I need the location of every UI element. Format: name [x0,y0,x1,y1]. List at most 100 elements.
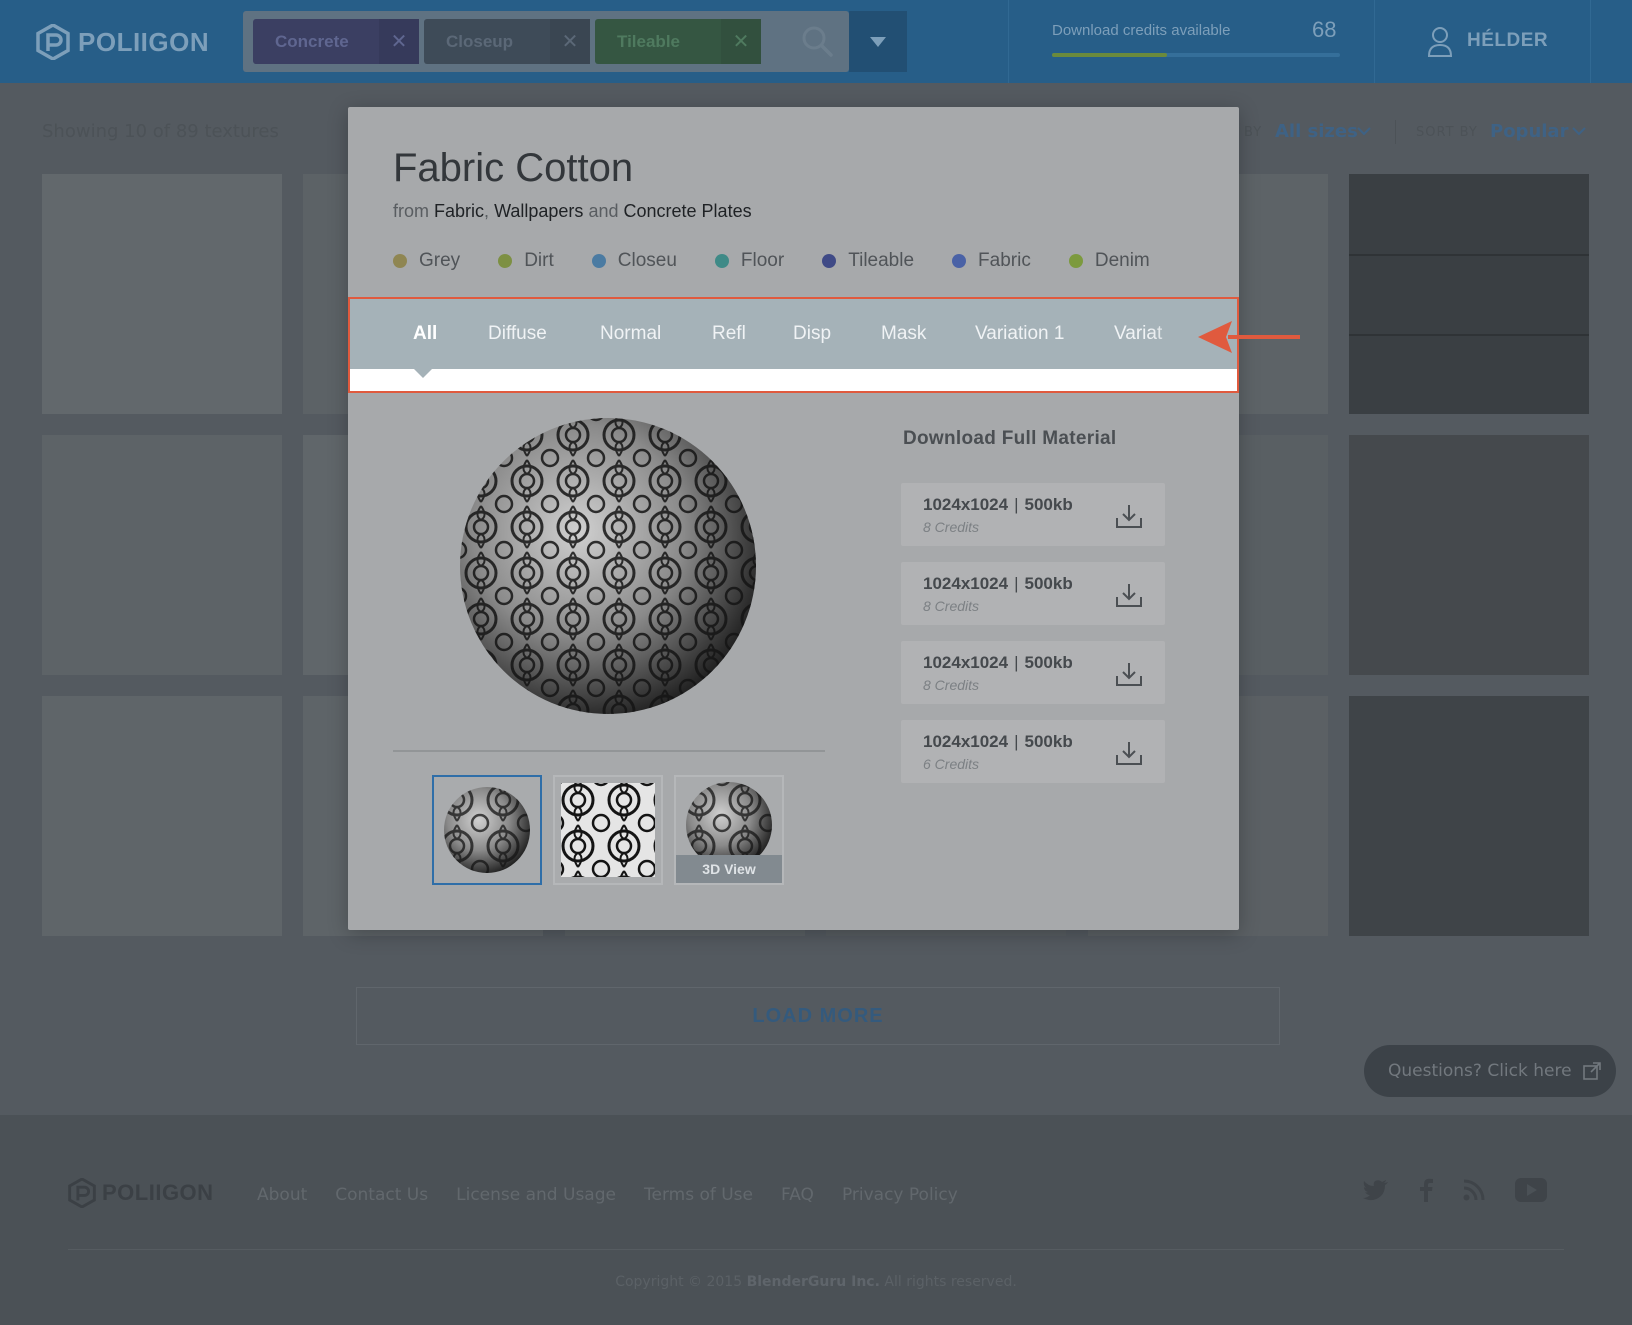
results-count: Showing 10 of 89 textures [42,121,279,142]
download-icon[interactable] [1115,740,1143,766]
user-menu[interactable]: HÉLDER [1427,25,1548,57]
rss-icon[interactable] [1463,1179,1485,1201]
file-size: 500kb [1024,574,1073,593]
tag-dot [498,254,513,268]
download-credits: 8 Credits [923,598,980,614]
copyright-prefix: Copyright © 2015 [615,1274,743,1290]
search-chip-concrete[interactable]: Concrete ✕ [253,19,419,64]
material-preview-sphere [460,418,756,714]
arrow-left-icon [1198,321,1300,353]
tag-label: Grey [419,250,461,271]
tag-label: Tileable [848,250,915,271]
texture-tile[interactable] [42,174,282,414]
footer-link-about[interactable]: About [257,1185,307,1205]
footer-link-terms[interactable]: Terms of Use [644,1185,753,1205]
header-divider [1590,0,1591,83]
download-resolution: 1024x1024 | 500kb [923,495,1073,515]
sort-label: SORT BY [1416,125,1478,140]
download-option[interactable]: 1024x1024 | 500kb 8 Credits [901,483,1165,546]
texture-tile[interactable] [42,696,282,936]
header-divider [1008,0,1009,83]
texture-tile[interactable] [1349,696,1589,936]
close-icon[interactable]: ✕ [721,19,761,64]
download-option[interactable]: 1024x1024 | 500kb 6 Credits [901,720,1165,783]
download-option[interactable]: 1024x1024 | 500kb 8 Credits [901,562,1165,625]
tag-dot [1068,254,1083,268]
tag-label: Floor [740,250,785,271]
separator: | [1014,574,1019,593]
sphere-thumbnail [444,787,530,873]
external-link-icon [1582,1062,1601,1080]
texture-tile[interactable] [1349,174,1589,414]
footer-logo-text: POLIIGON [102,1180,214,1205]
resolution-value: 1024x1024 [923,495,1009,514]
chip-label: Tileable [617,31,680,51]
youtube-icon[interactable] [1515,1178,1547,1202]
tag-denim[interactable]: Denim [1068,250,1150,272]
from-label: from [393,201,429,221]
user-name: HÉLDER [1467,30,1549,51]
footer-link-privacy[interactable]: Privacy Policy [842,1185,958,1205]
footer-logo[interactable]: POLIIGON [68,1178,214,1208]
resolution-value: 1024x1024 [923,574,1009,593]
tag-fabric[interactable]: Fabric [952,250,1031,272]
chevron-down-icon[interactable] [1357,126,1371,136]
close-icon[interactable]: ✕ [550,19,590,64]
load-more-button[interactable]: LOAD MORE [356,987,1280,1045]
tag-dot [393,254,407,268]
category-link-concrete-plates[interactable]: Concrete Plates [624,201,752,221]
close-icon[interactable]: ✕ [379,19,419,64]
size-filter-dropdown[interactable]: All sizes [1275,121,1358,142]
material-categories: from Fabric, Wallpapers and Concrete Pla… [393,201,752,222]
material-modal: Fabric Cotton from Fabric, Wallpapers an… [348,107,1239,930]
thumb-sphere[interactable] [432,775,542,885]
footer-link-faq[interactable]: FAQ [781,1185,814,1205]
facebook-icon[interactable] [1419,1178,1433,1202]
search-dropdown-button[interactable] [849,11,907,72]
file-size: 500kb [1024,653,1073,672]
download-icon[interactable] [1115,661,1143,687]
size-filter-label: BY [1244,125,1263,140]
search-box[interactable]: Concrete ✕ Closeup ✕ Tileable ✕ [243,11,849,72]
poliigon-logo[interactable]: POLIIGON [36,24,209,60]
thumb-3d-view[interactable]: 3D View [674,775,784,885]
chevron-down-icon [870,36,886,47]
chip-label: Concrete [275,31,349,51]
tag-dirt[interactable]: Dirt [498,250,554,272]
download-resolution: 1024x1024 | 500kb [923,574,1073,594]
separator: | [1014,653,1019,672]
search-chip-closeup[interactable]: Closeup ✕ [424,19,590,64]
copyright-company[interactable]: BlenderGuru Inc. [747,1274,880,1290]
search-chip-tileable[interactable]: Tileable ✕ [595,19,761,64]
credits-progress-fill [1052,53,1168,57]
texture-tile[interactable] [42,435,282,675]
and-label: and [588,201,619,221]
download-credits: 8 Credits [923,677,980,693]
category-link-wallpapers[interactable]: Wallpapers [494,201,583,221]
download-icon[interactable] [1115,503,1143,529]
questions-button[interactable]: Questions? Click here [1364,1045,1616,1097]
footer-link-license[interactable]: License and Usage [456,1185,616,1205]
thumb-texture[interactable] [553,775,663,885]
search-icon[interactable] [800,24,834,58]
category-link-fabric[interactable]: Fabric [434,201,484,221]
download-credits: 8 Credits [923,519,980,535]
credits-progress-bar [1052,53,1340,57]
download-option[interactable]: 1024x1024 | 500kb 8 Credits [901,641,1165,704]
tag-list: Grey Dirt Closeu Floor Tileable Fabric D… [393,250,1188,272]
texture-tile[interactable] [1349,435,1589,675]
questions-label: Questions? Click here [1388,1061,1572,1081]
tag-floor[interactable]: Floor [714,250,785,272]
tag-grey[interactable]: Grey [393,250,460,272]
sort-dropdown[interactable]: Popular [1490,121,1568,142]
twitter-icon[interactable] [1363,1179,1389,1201]
copyright-suffix: All rights reserved. [884,1274,1017,1290]
social-icons [1363,1178,1547,1202]
file-size: 500kb [1024,495,1073,514]
footer-link-contact[interactable]: Contact Us [335,1185,428,1205]
tag-tileable[interactable]: Tileable [822,250,914,272]
download-icon[interactable] [1115,582,1143,608]
tag-closeu[interactable]: Closeu [591,250,677,272]
chevron-down-icon[interactable] [1572,126,1586,136]
footer [0,1115,1632,1325]
